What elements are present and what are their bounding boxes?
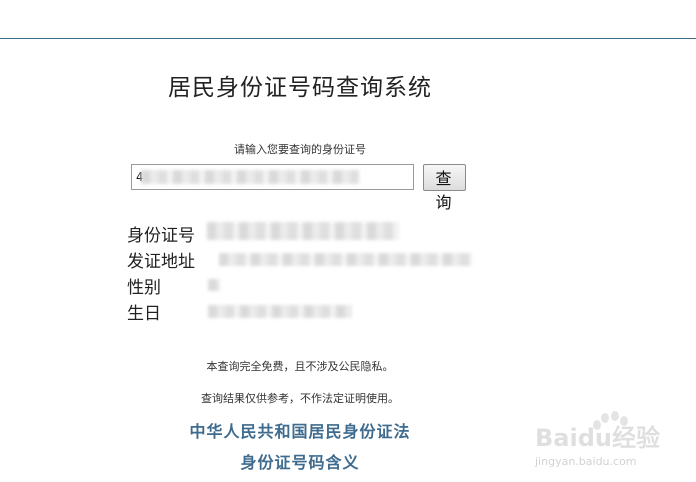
label-birthday: 生日 <box>127 304 161 324</box>
id-number-meaning-link[interactable]: 身份证号码含义 <box>0 449 600 473</box>
redacted-address <box>219 253 472 266</box>
result-row-birthday: 生日 <box>127 299 487 325</box>
search-prompt: 请输入您要查询的身份证号 <box>234 143 366 156</box>
result-row-id-number: 身份证号 <box>127 221 487 247</box>
redacted-gender <box>208 279 220 291</box>
id-number-input[interactable] <box>131 164 414 190</box>
free-query-note: 本查询完全免费，且不涉及公民隐私。 <box>206 360 394 373</box>
result-table: 身份证号 发证地址 性别 生日 <box>127 221 487 325</box>
label-address: 发证地址 <box>127 252 195 272</box>
redacted-birthday <box>208 305 352 318</box>
header-divider <box>0 38 696 39</box>
id-card-law-link[interactable]: 中华人民共和国居民身份证法 <box>0 418 600 442</box>
search-row: 查 询 <box>131 164 471 212</box>
reference-only-note: 查询结果仅供参考，不作法定证明使用。 <box>201 392 399 405</box>
result-row-address: 发证地址 <box>127 247 487 273</box>
page-title: 居民身份证号码查询系统 <box>168 75 432 101</box>
result-row-gender: 性别 <box>127 273 487 299</box>
label-gender: 性别 <box>127 278 161 298</box>
query-button[interactable]: 查 询 <box>423 164 466 212</box>
label-id-number: 身份证号 <box>127 226 195 246</box>
redacted-id-number <box>207 222 399 240</box>
